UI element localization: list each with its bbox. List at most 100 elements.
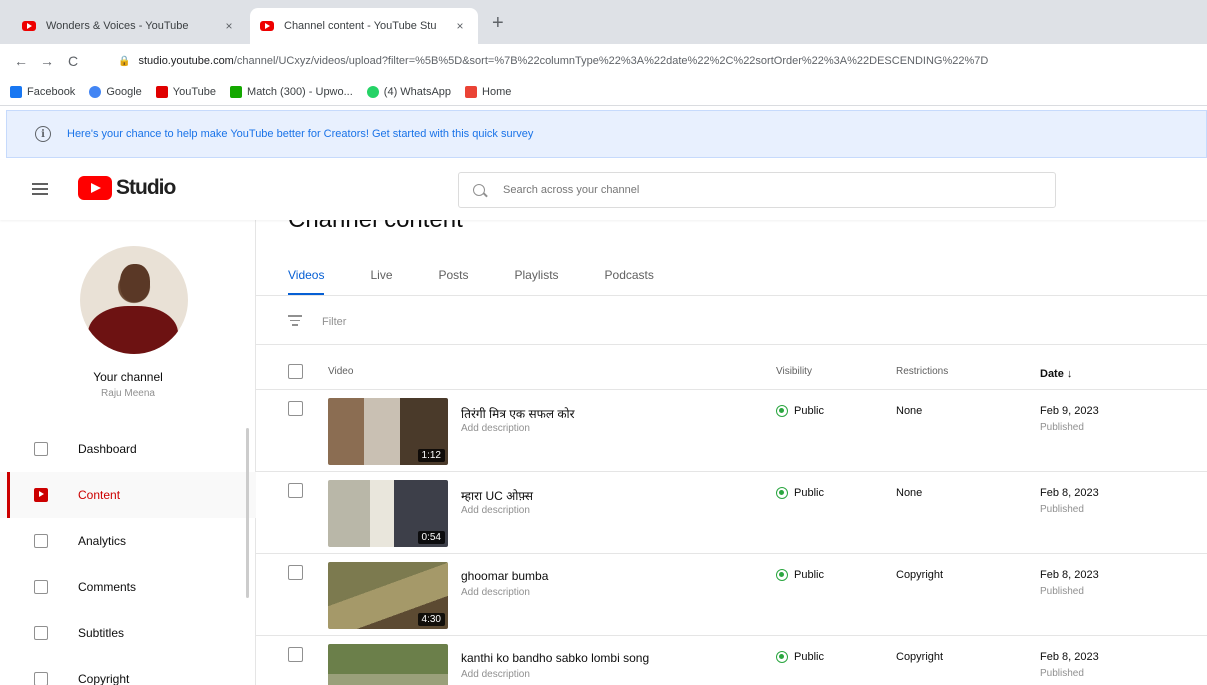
visibility-status[interactable]: Public [776,405,824,417]
menu-icon[interactable] [32,183,48,195]
studio-logo[interactable]: Studio [78,176,176,200]
url-host: studio.youtube.com [138,55,234,67]
date-value: Feb 8, 2023 [1040,651,1099,663]
sidebar-item-label: Comments [78,580,137,594]
public-eye-icon [776,487,788,499]
survey-link[interactable]: Here's your chance to help make YouTube … [67,128,533,140]
youtube-favicon-icon [260,21,274,31]
video-thumbnail[interactable] [328,644,448,685]
table-row[interactable]: kanthi ko bandho sabko lombi song Add de… [256,637,1207,685]
video-duration: 0:54 [417,531,445,544]
copyright-icon [34,672,48,685]
table-row[interactable]: 1:12 तिरंगी मित्र एक सफल कोर Add descrip… [256,391,1207,472]
sidebar-scrollbar[interactable] [246,428,249,598]
new-tab-button[interactable]: + [492,13,504,33]
comments-icon [34,580,48,594]
youtube-icon [155,85,168,98]
back-icon[interactable]: ← [8,53,34,69]
visibility-status[interactable]: Public [776,487,824,499]
sidebar-item-content[interactable]: Content [0,472,256,518]
youtube-logo-icon [78,176,112,200]
row-checkbox[interactable] [288,565,303,580]
tab-live[interactable]: Live [370,264,392,296]
sidebar-item-dashboard[interactable]: Dashboard [0,426,256,472]
main-content: Channel content Videos Live Posts Playli… [256,220,1207,685]
content-icon [34,488,48,502]
bookmark-home[interactable]: Home [465,85,512,98]
sidebar-item-subtitles[interactable]: Subtitles [0,610,256,656]
tab-posts[interactable]: Posts [439,264,469,296]
browser-tab-1[interactable]: Wonders & Voices - YouTube × [12,8,247,44]
restrictions-value: Copyright [896,569,944,581]
survey-banner: i Here's your chance to help make YouTub… [6,110,1207,158]
youtube-favicon-icon [22,21,36,31]
row-checkbox[interactable] [288,647,303,662]
tab-close-icon[interactable]: × [452,19,468,33]
bookmark-facebook[interactable]: Facebook [10,85,75,98]
bookmark-label: Home [482,85,512,98]
reload-icon[interactable]: C [60,53,86,69]
whatsapp-icon [366,85,379,98]
video-thumbnail[interactable]: 1:12 [328,398,448,465]
address-bar[interactable]: 🔒 studio.youtube.com /channel/UCxyz/vide… [118,49,1177,73]
sidebar-item-label: Subtitles [78,626,125,640]
video-duration: 1:12 [417,449,445,462]
sidebar-item-label: Copyright [78,672,130,685]
video-title[interactable]: म्हारा UC ओफ़्स [461,487,533,504]
sidebar-item-analytics[interactable]: Analytics [0,518,256,564]
table-row[interactable]: 0:54 म्हारा UC ओफ़्स Add description Pub… [256,473,1207,554]
bookmark-label: Google [106,85,142,98]
visibility-status[interactable]: Public [776,569,824,581]
channel-title: Your channel [93,370,163,384]
video-thumbnail[interactable]: 4:30 [328,562,448,629]
forward-icon[interactable]: → [34,53,60,69]
dashboard-icon [34,442,48,456]
bookmark-upwork[interactable]: Match (300) - Upwo... [230,85,353,98]
tab-playlists[interactable]: Playlists [515,264,559,296]
info-icon: i [35,126,51,142]
filter-icon [288,315,302,329]
visibility-status[interactable]: Public [776,651,824,663]
video-title[interactable]: ghoomar bumba [461,569,548,583]
bookmark-youtube[interactable]: YouTube [155,85,217,98]
column-header-restrictions[interactable]: Restrictions [896,366,948,377]
studio-header: Studio Search across your channel [0,160,1207,220]
sidebar-item-comments[interactable]: Comments [0,564,256,610]
facebook-icon [10,85,22,98]
table-row[interactable]: 4:30 ghoomar bumba Add description Publi… [256,555,1207,636]
video-description[interactable]: Add description [461,423,530,434]
tab-videos[interactable]: Videos [288,264,325,296]
video-title[interactable]: kanthi ko bandho sabko lombi song [461,651,649,665]
browser-tab-2[interactable]: Channel content - YouTube Stu × [250,8,478,44]
google-icon [89,85,102,98]
bookmark-whatsapp[interactable]: (4) WhatsApp [366,85,451,98]
row-checkbox[interactable] [288,483,303,498]
tab-close-icon[interactable]: × [221,19,237,33]
analytics-icon [34,534,48,548]
tab-podcasts[interactable]: Podcasts [605,264,654,296]
video-description[interactable]: Add description [461,505,530,516]
public-eye-icon [776,651,788,663]
divider [256,295,1207,296]
video-description[interactable]: Add description [461,669,530,680]
sidebar-nav: Dashboard Content Analytics Comments Sub… [0,426,256,685]
content-tabs: Videos Live Posts Playlists Podcasts [288,264,700,296]
channel-avatar[interactable] [80,246,188,354]
tab-title: Channel content - YouTube Stu [284,20,437,32]
url-path: /channel/UCxyz/videos/upload?filter=%5B%… [233,55,989,67]
visibility-label: Public [794,651,824,663]
video-title[interactable]: तिरंगी मित्र एक सफल कोर [461,405,575,422]
column-header-date[interactable]: Date ↓ [1040,368,1072,380]
video-description[interactable]: Add description [461,587,530,598]
bookmark-label: YouTube [172,85,217,98]
row-checkbox[interactable] [288,401,303,416]
search-input[interactable]: Search across your channel [458,172,1056,208]
filter-bar[interactable]: Filter [288,308,346,336]
bookmark-google[interactable]: Google [89,85,142,98]
video-thumbnail[interactable]: 0:54 [328,480,448,547]
sidebar-item-copyright[interactable]: Copyright [0,656,256,685]
column-header-visibility[interactable]: Visibility [776,366,812,377]
filter-placeholder: Filter [322,316,347,328]
select-all-checkbox[interactable] [288,364,303,379]
channel-name: Raju Meena [101,388,155,399]
